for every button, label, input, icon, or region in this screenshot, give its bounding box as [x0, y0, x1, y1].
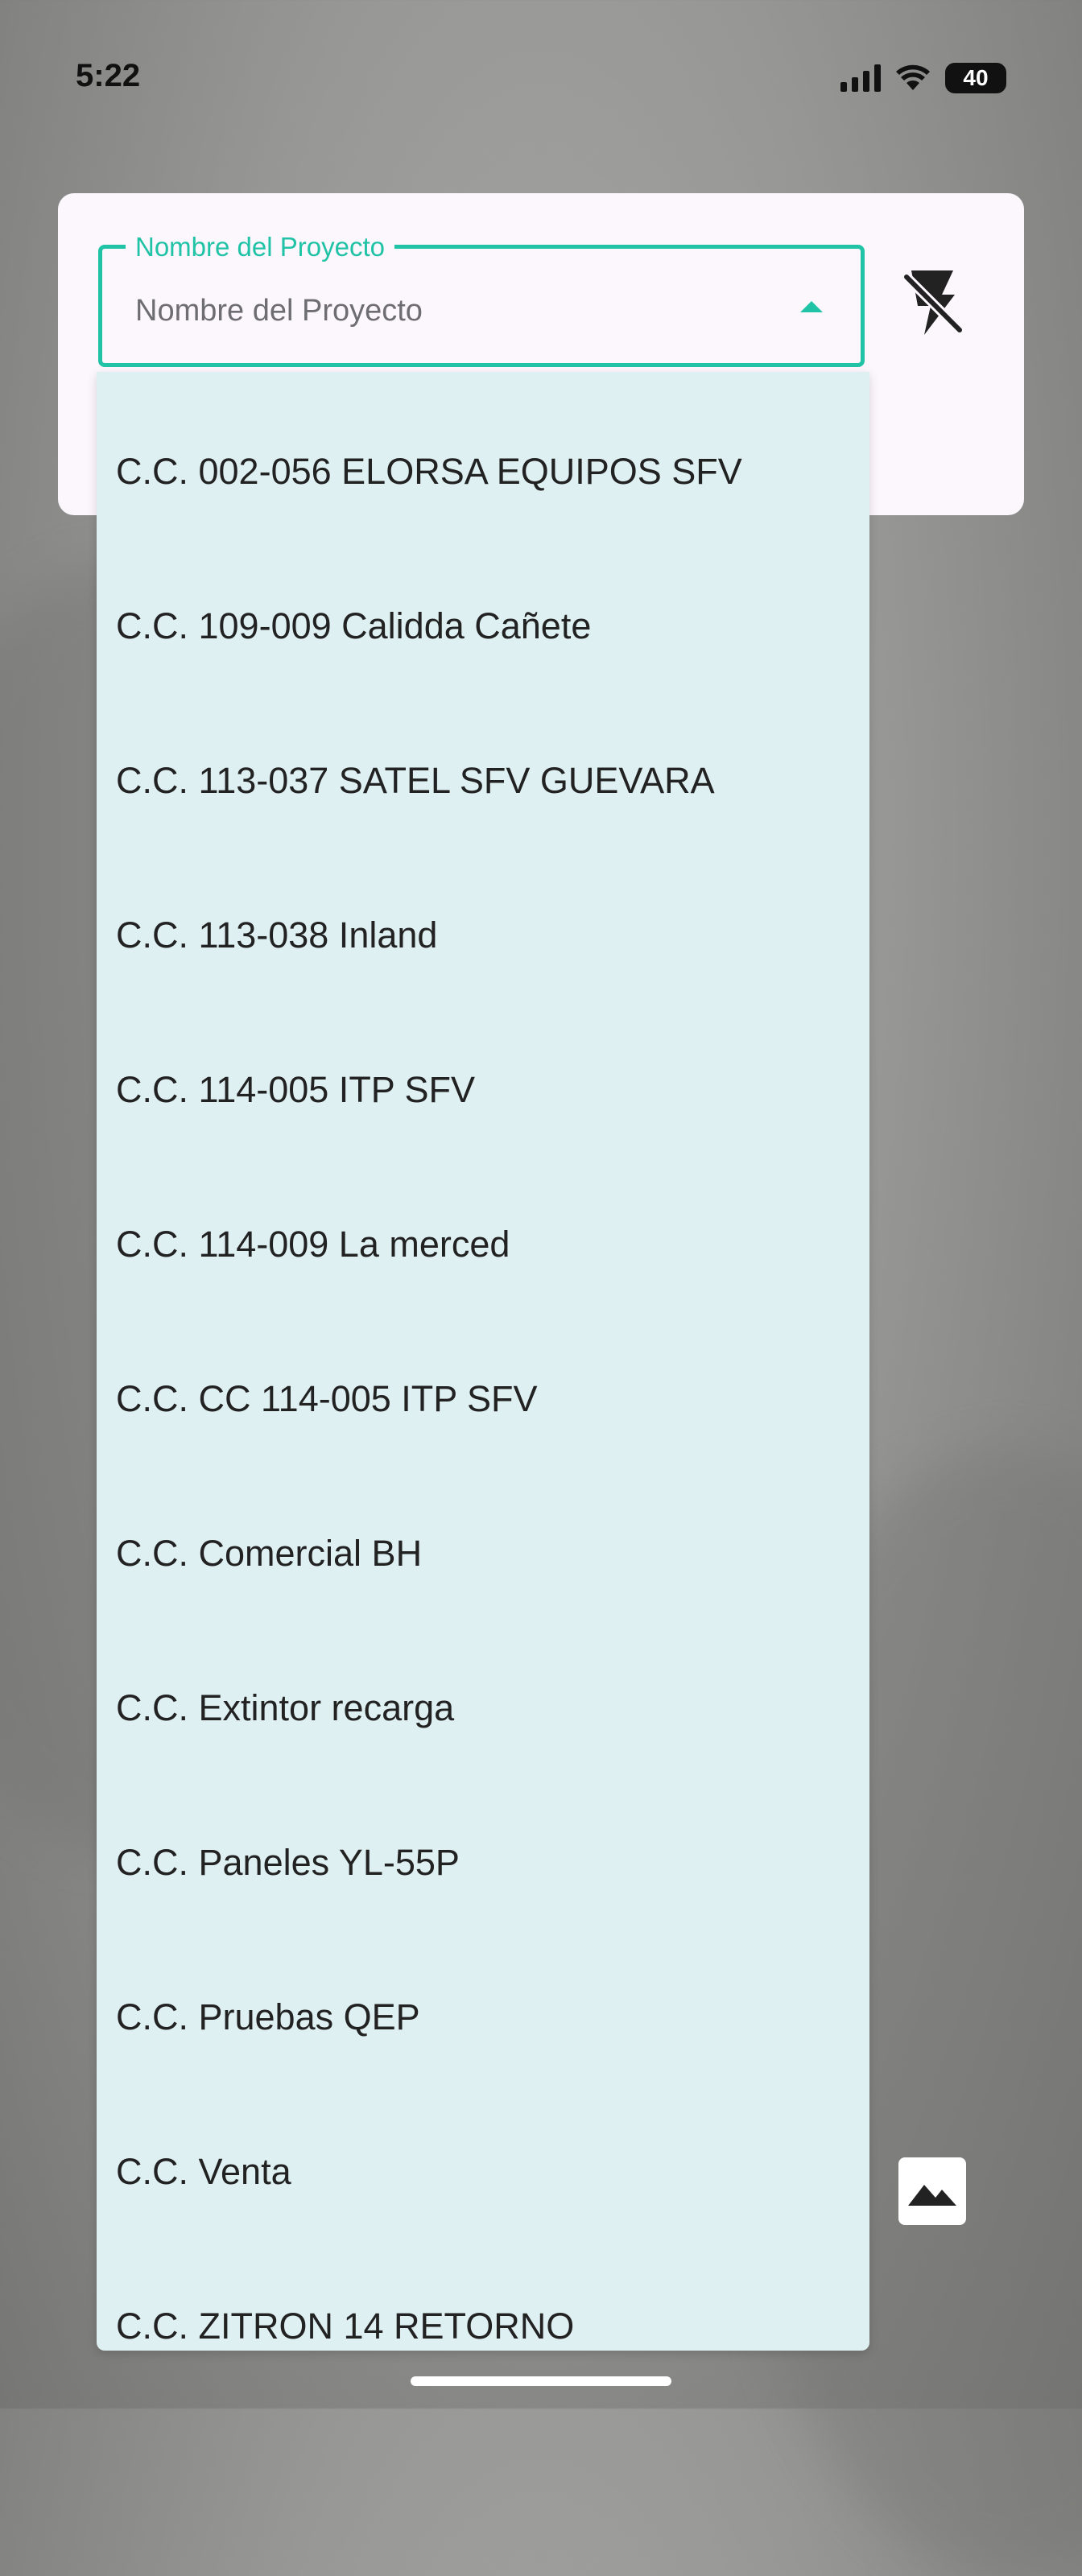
battery-icon: 40 — [945, 63, 1006, 93]
flash-toggle-button[interactable] — [900, 266, 968, 338]
image-icon — [908, 2185, 956, 2206]
dropdown-item[interactable]: C.C. 109-009 Calidda Cañete — [116, 549, 591, 704]
dropdown-item[interactable]: C.C. 113-038 Inland — [116, 858, 437, 1013]
wifi-icon — [896, 64, 930, 90]
project-select-label: Nombre del Proyecto — [126, 232, 394, 262]
dropdown-item[interactable]: C.C. 114-005 ITP SFV — [116, 1013, 475, 1167]
dropdown-item[interactable]: C.C. Comercial BH — [116, 1476, 422, 1631]
dropdown-item[interactable]: C.C. 114-009 La merced — [116, 1167, 510, 1322]
dropdown-item[interactable]: C.C. Venta — [116, 2095, 291, 2249]
dropdown-item[interactable]: C.C. 002-056 ELORSA EQUIPOS SFV — [116, 394, 742, 549]
dropdown-item[interactable]: C.C. Pruebas QEP — [116, 1940, 420, 2095]
dropdown-item[interactable]: C.C. 113-037 SATEL SFV GUEVARA — [116, 704, 715, 858]
dropdown-item[interactable]: C.C. CC 114-005 ITP SFV — [116, 1322, 538, 1476]
home-indicator[interactable] — [411, 2376, 671, 2386]
dropdown-item[interactable]: C.C. Paneles YL-55P — [116, 1785, 460, 1940]
status-time: 5:22 — [76, 58, 141, 93]
project-select-value: Nombre del Proyecto — [135, 294, 423, 328]
dropdown-item[interactable]: C.C. Extintor recarga — [116, 1631, 454, 1785]
flash-off-icon — [902, 270, 964, 335]
gallery-button[interactable] — [898, 2157, 966, 2225]
cellular-signal-icon — [840, 64, 881, 92]
dropdown-item[interactable]: C.C. ZITRON 14 RETORNO — [116, 2249, 574, 2351]
project-dropdown-list[interactable]: C.C. 002-056 ELORSA EQUIPOS SFV C.C. 109-… — [97, 372, 869, 2351]
arrow-up-icon[interactable] — [800, 301, 823, 312]
status-icons: 40 — [840, 63, 1006, 93]
